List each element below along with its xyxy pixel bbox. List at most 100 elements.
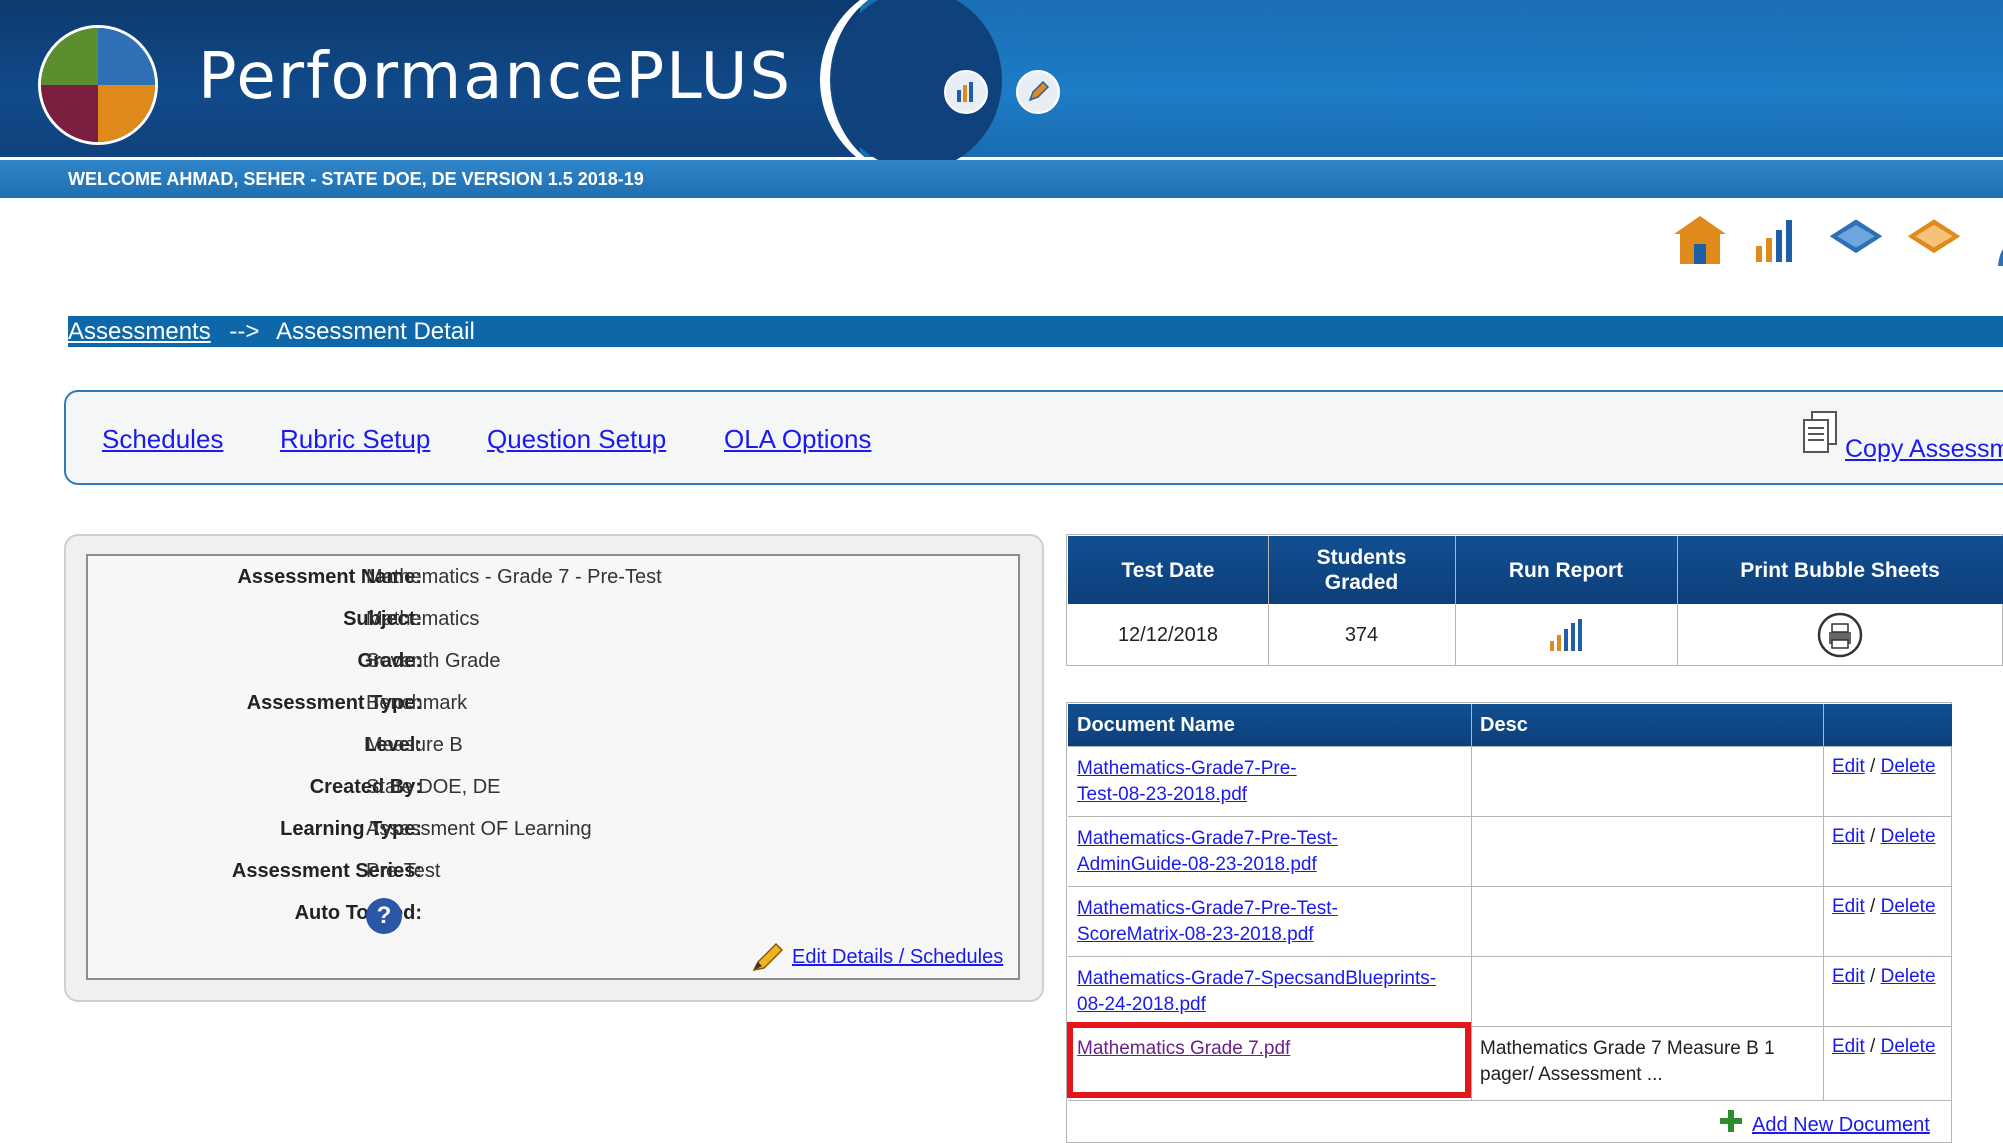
detail-value: Seventh Grade (366, 650, 501, 672)
documents-row-divider (1068, 1100, 1952, 1101)
documents-row-divider (1068, 886, 1952, 887)
delete-document-link[interactable]: Delete (1881, 756, 1936, 777)
detail-value: Benchmark (366, 692, 468, 714)
logo-quadrant-green (41, 28, 98, 85)
breadcrumb: Assessments --> Assessment Detail (68, 318, 475, 346)
detail-level: Level: Measure B (86, 734, 646, 764)
report-chart-icon[interactable] (944, 70, 988, 114)
pencil-icon-glyph (752, 942, 784, 972)
tab-question-setup[interactable]: Question Setup (487, 424, 666, 455)
user-icon[interactable] (1982, 210, 2003, 296)
stats-students-graded: 374 (1344, 623, 1379, 646)
stack-icon-glyph (1907, 219, 1961, 254)
documents-header-desc: Desc (1480, 713, 1528, 736)
copy-document-icon[interactable] (1800, 410, 1840, 456)
breadcrumb-current: Assessment Detail (276, 318, 475, 345)
detail-value: Assessment OF Learning (366, 818, 592, 840)
logo-quadrant-blue (98, 28, 155, 85)
welcome-text: WELCOME AHMAD, SEHER - STATE DOE, DE VER… (68, 169, 644, 189)
document-actions: Edit / Delete (1832, 756, 1936, 778)
detail-value: Pre-Test (366, 860, 441, 882)
layers-icon-glyph (1829, 219, 1883, 254)
document-link[interactable]: Mathematics-Grade7-Pre-Test-ScoreMatrix-… (1077, 896, 1397, 948)
app-logo (38, 25, 158, 145)
user-icon-glyph (1998, 249, 2003, 266)
edit-document-link[interactable]: Edit (1832, 756, 1865, 777)
document-desc: Mathematics Grade 7 Measure B 1 pager/ A… (1480, 1038, 1775, 1085)
delete-document-link[interactable]: Delete (1881, 826, 1936, 847)
app-title: PerformancePLUS (198, 40, 793, 114)
copy-document-icon-glyph (1803, 411, 1837, 453)
toolbar-icons (1670, 210, 2003, 300)
edit-pencil-icon[interactable] (1016, 70, 1060, 114)
run-report-cell (1455, 604, 1677, 666)
tab-rubric-setup[interactable]: Rubric Setup (280, 424, 430, 455)
detail-learning-type: Learning Type: Assessment OF Learning (86, 818, 646, 848)
printer-icon[interactable] (1815, 612, 1865, 658)
documents-row-divider (1068, 746, 1952, 747)
highlight-box (1067, 1022, 1471, 1098)
stats-header-run-report: Run Report (1508, 558, 1624, 582)
action-separator: / (1864, 896, 1881, 917)
document-link[interactable]: Mathematics-Grade7-SpecsandBlueprints-08… (1077, 966, 1457, 1018)
copy-assessment-link[interactable]: Copy Assessment (1845, 435, 2003, 464)
detail-assessment-series: Assessment Series: Pre-Test (86, 860, 646, 890)
documents-row-divider (1068, 816, 1952, 817)
detail-grade: Grade: Seventh Grade (86, 650, 646, 680)
add-new-document-link[interactable]: Add New Document (1752, 1114, 1930, 1137)
detail-value: Mathematics (366, 608, 480, 630)
tab-schedules[interactable]: Schedules (102, 424, 223, 455)
detail-subject: Subject: Mathematics (86, 608, 646, 638)
chart-icon-glyph (1756, 220, 1792, 262)
pencil-icon (750, 940, 786, 974)
action-separator: / (1864, 756, 1881, 777)
documents-header-name: Document Name (1077, 713, 1235, 736)
plus-icon[interactable] (1718, 1108, 1744, 1134)
action-separator: / (1864, 1036, 1881, 1057)
print-bubble-cell (1677, 604, 2003, 666)
stats-header-students-graded: Students Graded (1316, 546, 1407, 594)
edit-pencil-icon-glyph (1028, 80, 1050, 102)
document-actions: Edit / Delete (1832, 966, 1936, 988)
home-icon-glyph (1674, 216, 1726, 264)
document-actions: Edit / Delete (1832, 826, 1936, 848)
action-separator: / (1864, 826, 1881, 847)
breadcrumb-separator: --> (229, 318, 260, 345)
detail-assessment-type: Assessment Type: Benchmark (86, 692, 646, 722)
logo-quadrant-orange (98, 85, 155, 142)
layers-icon[interactable] (1826, 210, 1886, 296)
document-actions: Edit / Delete (1832, 1036, 1936, 1058)
stats-header-test-date: Test Date (1121, 558, 1215, 582)
logo-quadrant-maroon (41, 85, 98, 142)
edit-document-link[interactable]: Edit (1832, 1036, 1865, 1057)
plus-icon-glyph (1720, 1110, 1742, 1132)
document-actions: Edit / Delete (1832, 896, 1936, 918)
stack-icon[interactable] (1904, 210, 1964, 296)
delete-document-link[interactable]: Delete (1881, 1036, 1936, 1057)
detail-created-by: Created By: State DOE, DE (86, 776, 646, 806)
delete-document-link[interactable]: Delete (1881, 896, 1936, 917)
stats-header-print-bubble-sheets: Print Bubble Sheets (1740, 558, 1940, 582)
stats-test-date: 12/12/2018 (1117, 623, 1219, 646)
edit-details-link[interactable]: Edit Details / Schedules (792, 946, 1003, 969)
detail-value: Mathematics - Grade 7 - Pre-Test (366, 566, 662, 588)
detail-value: Measure B (366, 734, 463, 756)
chart-icon[interactable] (1748, 210, 1808, 296)
help-icon[interactable]: ? (366, 898, 402, 934)
run-report-icon[interactable] (1546, 617, 1586, 653)
documents-row-divider (1068, 956, 1952, 957)
detail-assessment-name: Assessment Name: Mathematics - Grade 7 -… (86, 566, 661, 596)
document-link[interactable]: Mathematics-Grade7-Pre-Test-08-23-2018.p… (1077, 756, 1337, 808)
documents-col-divider (1471, 704, 1472, 1101)
delete-document-link[interactable]: Delete (1881, 966, 1936, 987)
home-icon[interactable] (1670, 210, 1730, 296)
edit-document-link[interactable]: Edit (1832, 826, 1865, 847)
edit-document-link[interactable]: Edit (1832, 966, 1865, 987)
document-link[interactable]: Mathematics-Grade7-Pre-Test-AdminGuide-0… (1077, 826, 1397, 878)
report-chart-icon-glyph (957, 82, 973, 102)
action-separator: / (1864, 966, 1881, 987)
edit-document-link[interactable]: Edit (1832, 896, 1865, 917)
tab-ola-options[interactable]: OLA Options (724, 424, 871, 455)
breadcrumb-assessments-link[interactable]: Assessments (68, 318, 211, 345)
detail-value: State DOE, DE (366, 776, 501, 798)
